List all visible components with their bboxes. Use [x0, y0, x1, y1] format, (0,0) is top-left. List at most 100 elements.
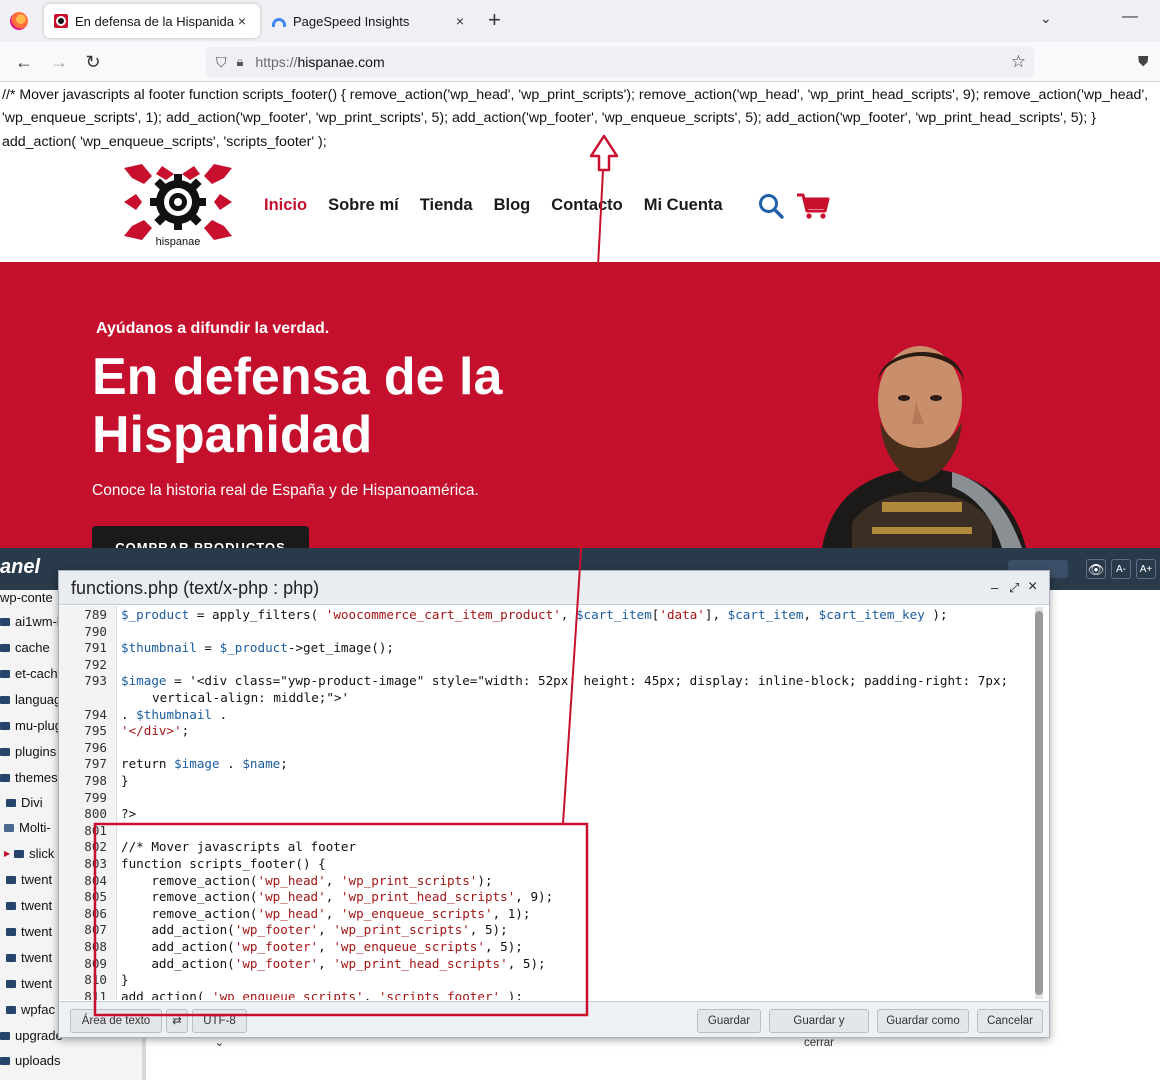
encoding-select[interactable]: UTF-8 ⌄ — [192, 1009, 247, 1049]
forward-arrow-icon[interactable]: → — [47, 50, 71, 74]
folder-icon — [0, 643, 10, 652]
chevron-down-icon[interactable]: ⌄ — [1040, 10, 1052, 27]
tree-item-folder[interactable]: twent — [6, 872, 52, 887]
code-line: 801 — [59, 822, 1034, 839]
tree-item-folder[interactable]: cache — [0, 640, 50, 655]
scrollbar-thumb[interactable] — [1035, 611, 1043, 995]
line-code: } — [121, 972, 129, 988]
code-line: 805 remove_action('wp_head', 'wp_print_h… — [59, 888, 1034, 905]
minimize-icon[interactable]: – — [991, 580, 998, 595]
code-line: vertical-align: middle;">' — [59, 689, 1034, 706]
tree-item-folder[interactable]: et-cach — [0, 666, 58, 681]
line-code: $image = '<div class="ywp-product-image"… — [121, 673, 1009, 689]
site-logo[interactable]: hispanae — [122, 164, 234, 248]
nav-item-tienda[interactable]: Tienda — [420, 196, 473, 215]
tree-item-folder[interactable]: wp-conte — [0, 590, 53, 605]
tab-pagespeed[interactable]: PageSpeed Insights × — [262, 4, 478, 38]
wrap-toggle-button[interactable]: ⇄ — [166, 1009, 188, 1033]
code-area[interactable]: 789 $_product = apply_filters( 'woocommer… — [59, 606, 1049, 1000]
tree-item-folder[interactable]: upgrade — [0, 1028, 63, 1043]
tree-item-folder[interactable]: themes — [0, 770, 58, 785]
close-tab-icon[interactable]: × — [452, 13, 468, 29]
line-number: 808 — [84, 939, 107, 954]
tree-item-folder[interactable]: ai1wm-b — [0, 614, 64, 629]
nav-item-mi-cuenta[interactable]: Mi Cuenta — [644, 196, 723, 215]
nav-item-contacto[interactable]: Contacto — [551, 196, 623, 215]
line-code: } — [121, 773, 129, 788]
code-line: 795 '</div>'; — [59, 722, 1034, 739]
line-code: remove_action('wp_head', 'wp_print_head_… — [121, 889, 554, 905]
tree-item-folder[interactable]: twent — [6, 924, 52, 939]
line-number: 797 — [84, 756, 107, 772]
tree-item-folder[interactable]: twent — [6, 950, 52, 965]
folder-icon — [6, 1005, 16, 1014]
line-number: 806 — [84, 905, 107, 921]
folder-icon — [6, 875, 16, 884]
pocket-icon[interactable]: ⛊ — [1138, 53, 1149, 70]
editor-titlebar: functions.php (text/x-php : php) – ⤢ × — [59, 571, 1049, 605]
line-number: 810 — [84, 972, 107, 988]
cancel-button[interactable]: Cancelar — [977, 1009, 1043, 1033]
tree-item-folder[interactable]: twent — [6, 898, 52, 913]
close-icon[interactable]: × — [1028, 578, 1037, 596]
tree-item-folder[interactable]: languag — [0, 692, 61, 707]
code-line: 803 function scripts_footer() { — [59, 855, 1034, 872]
url-bar[interactable]: ⛉ 🔒︎ https://hispanae.com ☆ — [206, 47, 1034, 77]
line-code: $_product = apply_filters( 'woocommerce_… — [121, 607, 948, 622]
reload-icon[interactable]: ↻ — [81, 50, 105, 74]
tree-item-folder[interactable]: Divi — [6, 795, 43, 810]
eye-icon[interactable]: 👁︎ — [1086, 559, 1106, 579]
tree-item-label: Divi — [21, 795, 43, 810]
star-icon[interactable]: ☆ — [1011, 52, 1026, 72]
back-arrow-icon[interactable]: ← — [12, 50, 36, 74]
tree-item-folder[interactable]: twent — [6, 976, 52, 991]
shield-icon[interactable]: ⛉ — [216, 54, 227, 71]
line-number: 796 — [84, 739, 107, 755]
tab-label: PageSpeed Insights — [293, 13, 410, 29]
text-area-button[interactable]: Área de texto — [70, 1009, 162, 1033]
nav-item-sobre-mi[interactable]: Sobre mí — [328, 196, 399, 215]
tree-item-folder[interactable]: uploads — [0, 1053, 61, 1068]
code-line: 793 $image = '<div class="ywp-product-ima… — [59, 672, 1034, 689]
line-code: . $thumbnail . — [121, 706, 228, 722]
folder-icon — [0, 669, 10, 678]
burgundy-cross-logo-icon — [124, 164, 232, 240]
save-button[interactable]: Guardar — [697, 1009, 761, 1033]
nav-item-inicio[interactable]: Inicio — [264, 196, 307, 215]
tab-hispanidad[interactable]: En defensa de la Hispanidad × — [44, 4, 260, 38]
line-number: 791 — [84, 640, 107, 656]
tree-item-folder[interactable]: wpfac — [6, 1002, 55, 1017]
tree-item-folder-open[interactable]: Molti- — [4, 820, 51, 835]
folder-icon — [0, 695, 10, 704]
font-decrease-button[interactable]: A- — [1111, 559, 1131, 579]
url-text[interactable]: https://hispanae.com — [255, 54, 384, 70]
cart-icon[interactable] — [796, 192, 830, 220]
font-increase-button[interactable]: A+ — [1136, 559, 1156, 579]
new-tab-button[interactable]: + — [488, 9, 501, 31]
maximize-icon[interactable]: ⤢ — [1009, 580, 1019, 596]
search-icon[interactable] — [758, 193, 784, 219]
tab-label: En defensa de la Hispanidad — [75, 13, 234, 29]
save-as-button[interactable]: Guardar como — [877, 1009, 969, 1033]
close-tab-icon[interactable]: × — [234, 13, 250, 29]
lock-icon[interactable]: 🔒︎ — [237, 54, 244, 70]
code-line: 798} — [59, 772, 1034, 789]
code-line: 811 add_action( 'wp_enqueue_scripts', 'sc… — [59, 988, 1034, 1000]
tree-item-label: slick — [29, 846, 55, 861]
tree-item-label: wpfac — [21, 1002, 55, 1017]
code-line: 796 — [59, 739, 1034, 756]
caret-right-icon[interactable]: ▶ — [4, 849, 10, 858]
tree-item-folder[interactable]: ▶ slick — [4, 846, 54, 861]
line-code: add_action( 'wp_enqueue_scripts', 'scrip… — [121, 988, 523, 1000]
minimize-icon[interactable]: — — [1122, 8, 1138, 26]
code-line: 809 add_action('wp_footer', 'wp_print_he… — [59, 955, 1034, 972]
folder-icon — [0, 1056, 10, 1065]
chevron-down-icon: ⌄ — [214, 1037, 225, 1049]
save-and-close-button[interactable]: Guardar y cerrar — [769, 1009, 869, 1049]
comprar-productos-button[interactable]: COMPRAR PRODUCTOS — [92, 526, 309, 548]
firefox-icon[interactable] — [10, 12, 28, 30]
tree-item-folder[interactable]: mu-plug — [0, 718, 62, 733]
code-line: 802 //* Mover javascripts al footer — [59, 838, 1034, 855]
nav-item-blog[interactable]: Blog — [494, 196, 531, 215]
tree-item-folder[interactable]: plugins — [0, 744, 56, 759]
